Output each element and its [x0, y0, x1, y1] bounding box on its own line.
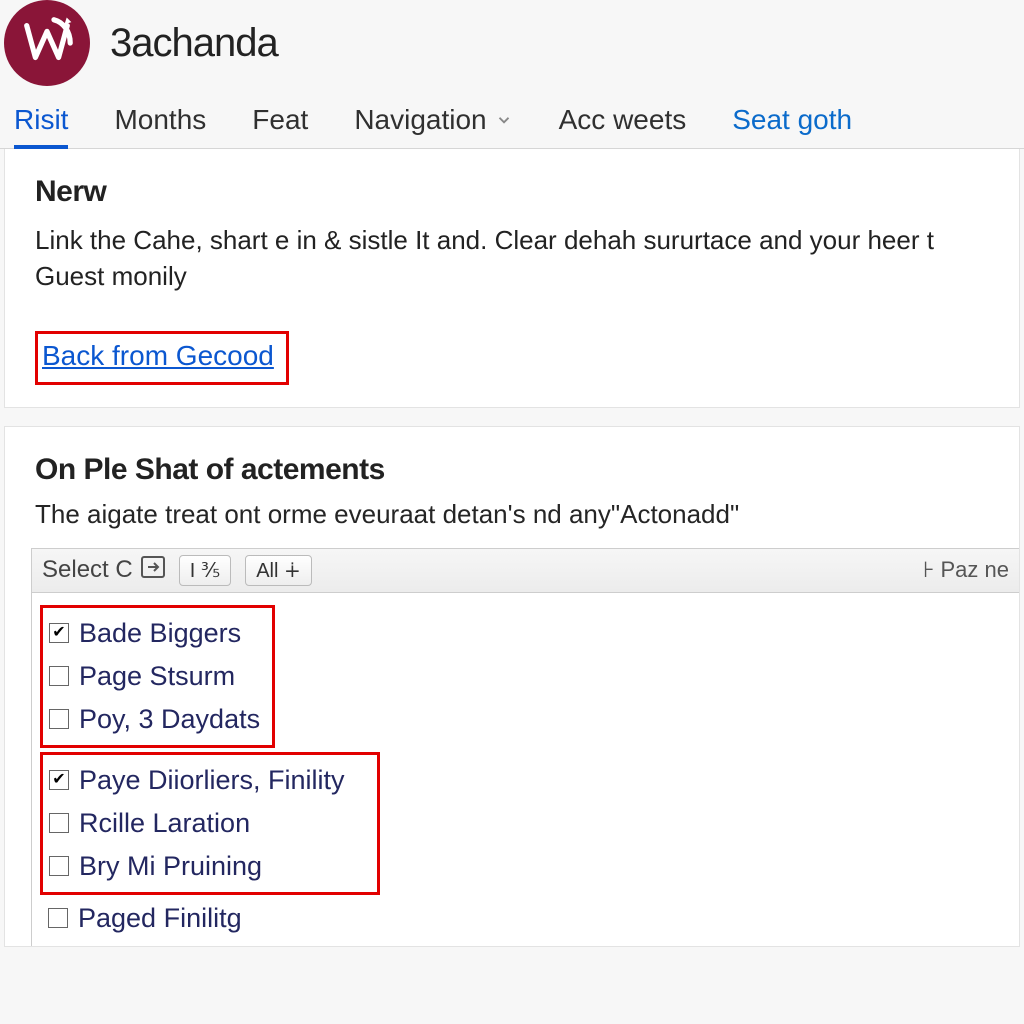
checkbox[interactable] [49, 666, 69, 686]
app-title: 3achanda [110, 21, 278, 66]
notice-panel: Nerw Link the Cahe, shart e in & sistle … [4, 149, 1020, 408]
list-item-label: Poy, 3 Daydats [79, 704, 260, 735]
arrow-right-boxed-icon [141, 556, 165, 585]
list-item[interactable]: Poy, 3 Daydats [47, 698, 262, 741]
toolbar-btn-all[interactable]: All ∔ [245, 555, 312, 586]
toolbar-btn-1[interactable]: I ⅗ [179, 555, 232, 586]
checkbox[interactable] [48, 908, 68, 928]
notice-heading: Nerw [35, 175, 989, 209]
list-item-label: Page Stsurm [79, 661, 235, 692]
checkbox[interactable] [49, 813, 69, 833]
checkbox[interactable] [49, 856, 69, 876]
select-c-control[interactable]: Select C [42, 556, 165, 585]
chevron-down-icon [495, 104, 513, 136]
tab-risit[interactable]: Risit [14, 104, 68, 148]
tab-acc-weets[interactable]: Acc weets [559, 104, 687, 148]
back-from-gecood-link[interactable]: Back from Gecood [42, 340, 274, 371]
tab-navigation[interactable]: Navigation [354, 104, 512, 148]
checkbox[interactable] [49, 709, 69, 729]
checkbox[interactable] [49, 623, 69, 643]
tab-seat-goth[interactable]: Seat goth [732, 104, 852, 148]
tab-feat[interactable]: Feat [252, 104, 308, 148]
list-item[interactable]: Paged Finilitg [40, 897, 1019, 940]
list-item[interactable]: Bade Biggers [47, 612, 262, 655]
notice-body: Link the Cahe, shart e in & sistle It an… [35, 223, 989, 295]
highlight-box-group-1: Bade Biggers Page Stsurm Poy, 3 Daydats [40, 605, 275, 748]
highlight-box-group-2: Paye Diiorliers, Finility Rcille Laratio… [40, 752, 380, 895]
list-item[interactable]: Rcille Laration [47, 802, 367, 845]
actements-panel: On Ple Shat of actements The aigate trea… [4, 426, 1020, 947]
section-subtext: The aigate treat ont orme eveuraat detan… [35, 499, 1019, 530]
list-item-label: Bade Biggers [79, 618, 241, 649]
list-item-label: Bry Mi Pruining [79, 851, 262, 882]
list-item[interactable]: Page Stsurm [47, 655, 262, 698]
pagination-label[interactable]: ⊦ Paᴢ ne [923, 557, 1009, 583]
list-item[interactable]: Bry Mi Pruining [47, 845, 367, 888]
tab-months[interactable]: Months [114, 104, 206, 148]
list-item-label: Paged Finilitg [78, 903, 242, 934]
list-item[interactable]: Paye Diiorliers, Finility [47, 759, 367, 802]
section-heading: On Ple Shat of actements [35, 453, 1019, 487]
highlight-box-link: Back from Gecood [35, 331, 289, 385]
primary-tabs: Risit Months Feat Navigation Acc weets S… [0, 90, 1024, 149]
list-item-label: Paye Diiorliers, Finility [79, 765, 345, 796]
checkbox-list: Bade Biggers Page Stsurm Poy, 3 Daydats … [31, 593, 1019, 946]
list-item-label: Rcille Laration [79, 808, 250, 839]
checkbox[interactable] [49, 770, 69, 790]
brand-logo [4, 0, 90, 86]
list-toolbar: Select C I ⅗ All ∔ ⊦ Paᴢ ne [31, 548, 1019, 593]
